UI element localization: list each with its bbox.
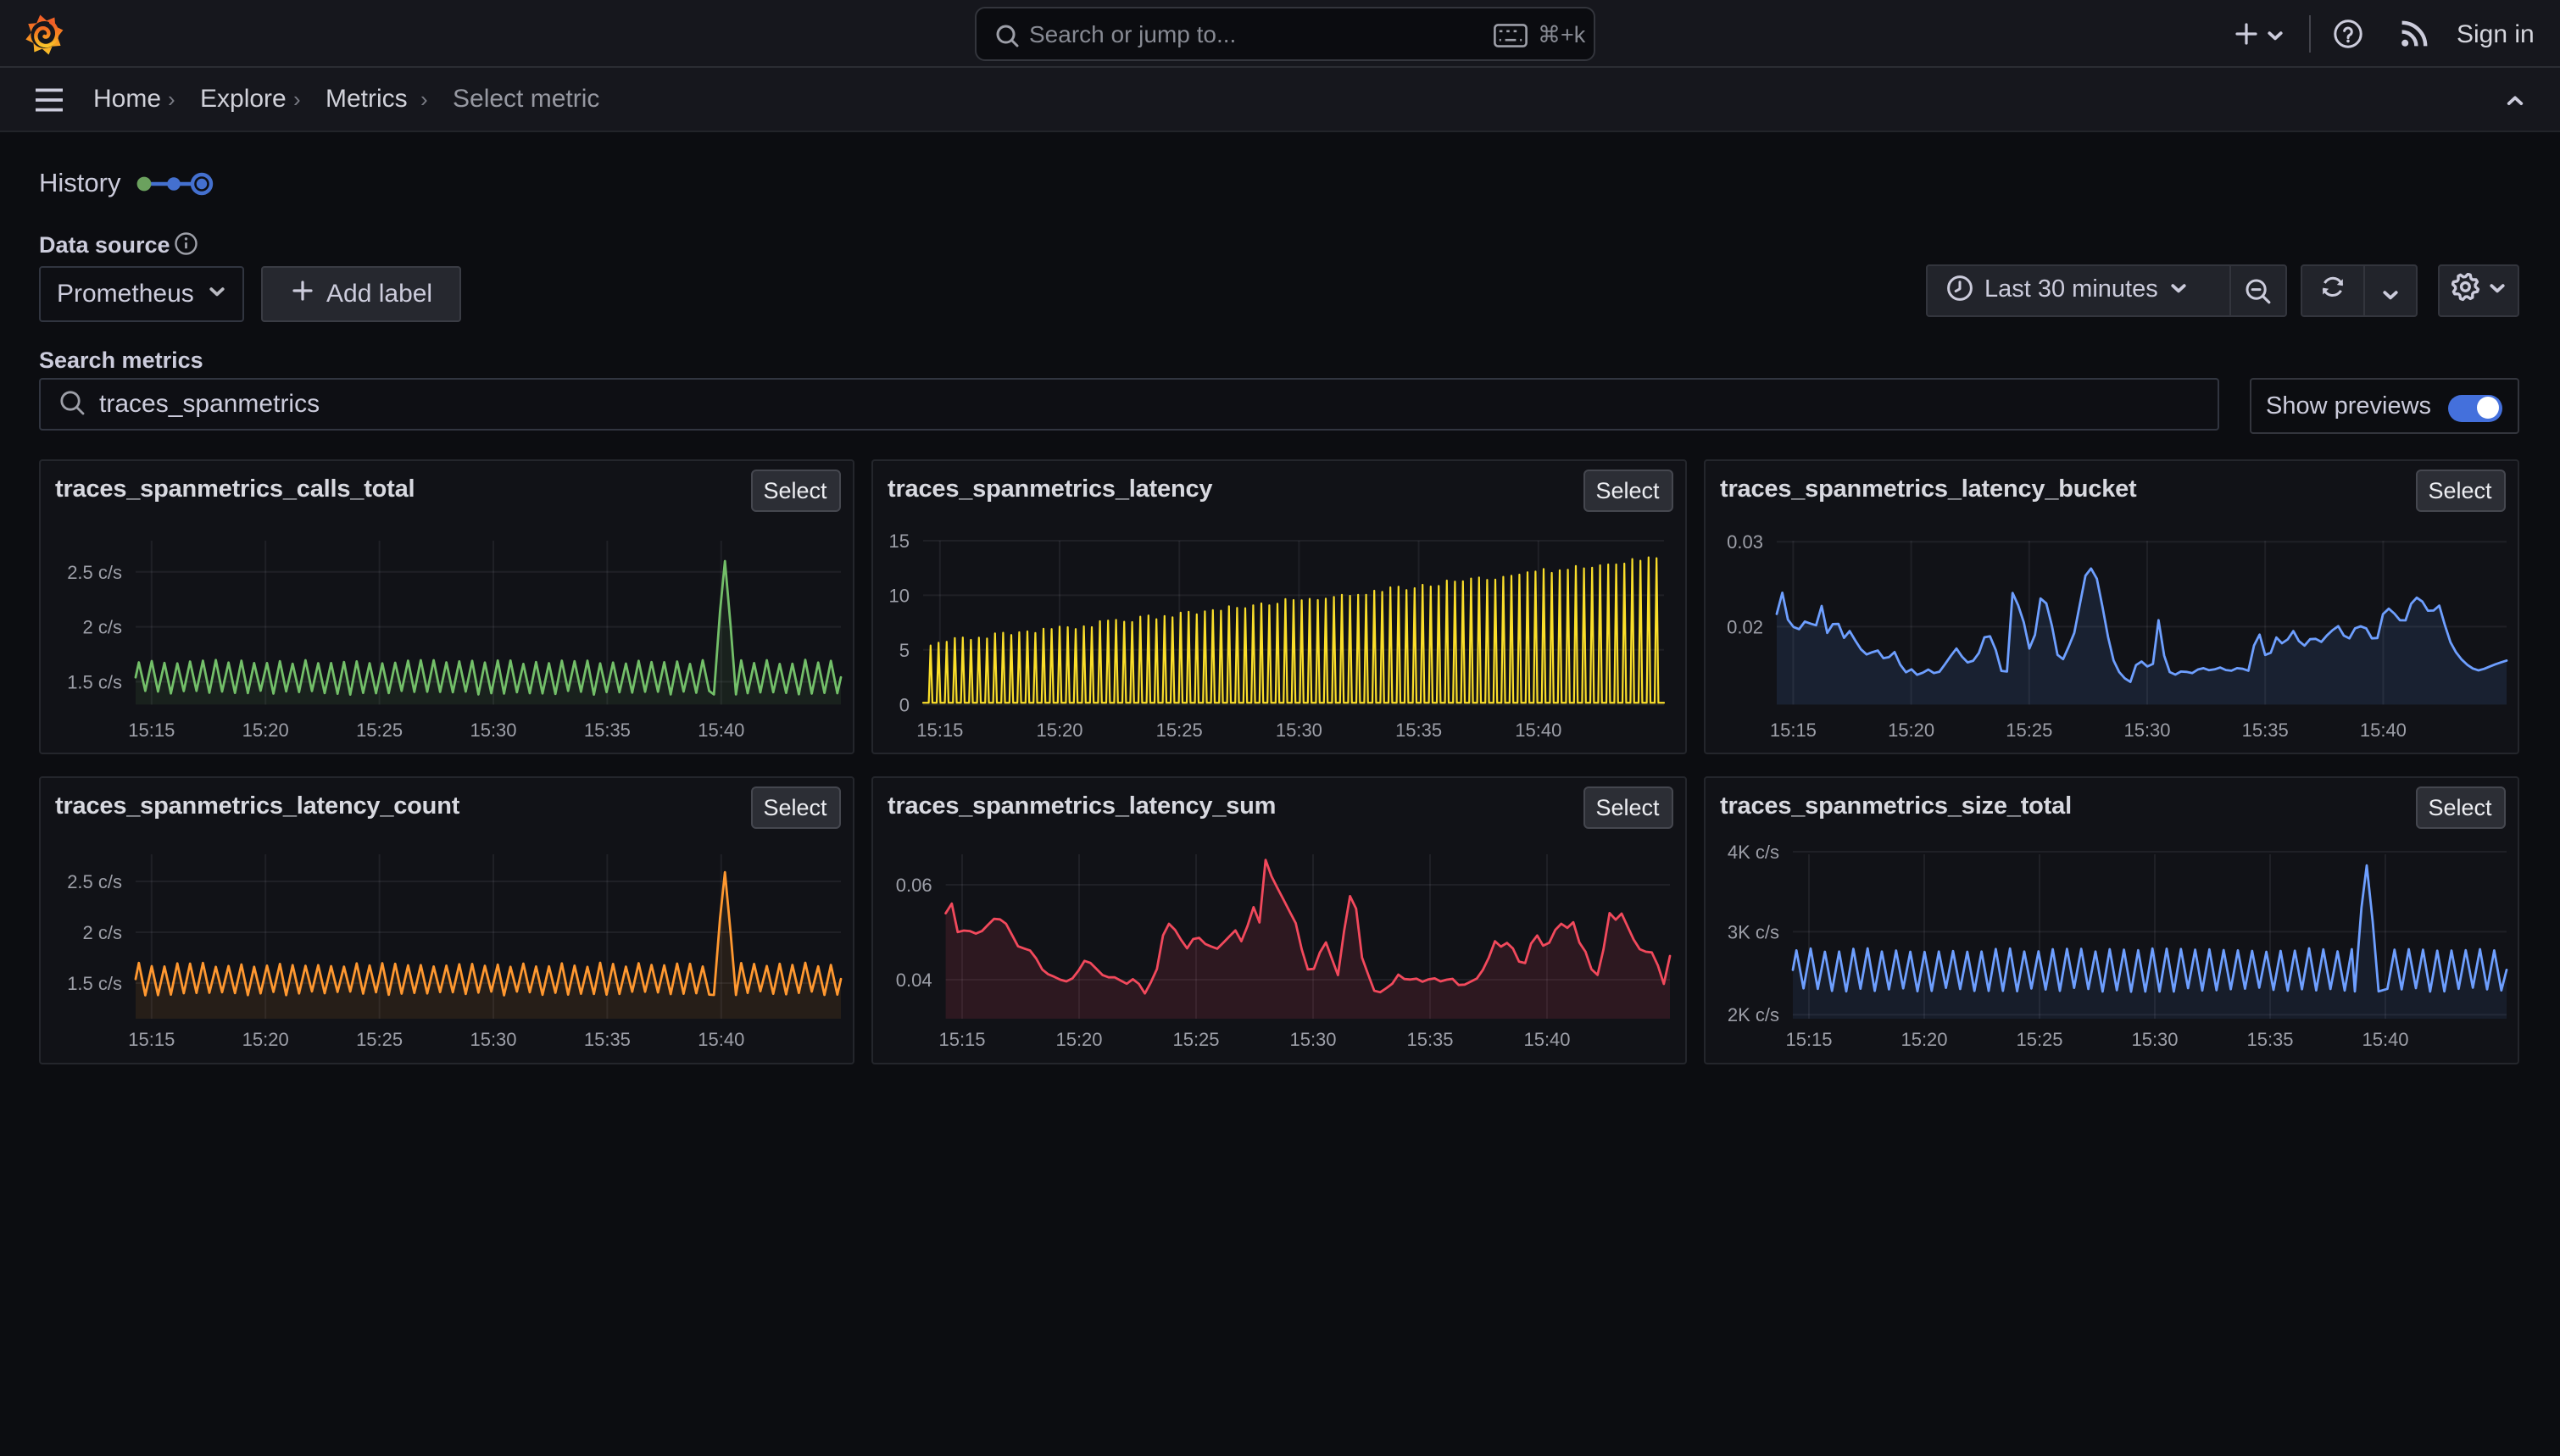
svg-text:15:15: 15:15 xyxy=(915,720,962,741)
svg-text:15:25: 15:25 xyxy=(1155,720,1202,741)
svg-text:2K c/s: 2K c/s xyxy=(1727,1004,1778,1025)
svg-text:15: 15 xyxy=(888,531,909,552)
svg-text:2.5 c/s: 2.5 c/s xyxy=(66,562,121,583)
svg-text:15:35: 15:35 xyxy=(583,1029,630,1050)
svg-text:15:30: 15:30 xyxy=(1275,720,1322,741)
svg-text:15:20: 15:20 xyxy=(242,720,288,741)
svg-text:15:20: 15:20 xyxy=(1887,720,1934,741)
svg-text:4K c/s: 4K c/s xyxy=(1727,842,1778,863)
svg-text:10: 10 xyxy=(888,585,909,606)
svg-text:15:35: 15:35 xyxy=(2241,720,2288,741)
svg-text:15:35: 15:35 xyxy=(2246,1029,2292,1050)
svg-text:15:15: 15:15 xyxy=(1784,1029,1831,1050)
svg-text:2 c/s: 2 c/s xyxy=(82,922,121,943)
svg-text:15:35: 15:35 xyxy=(1394,720,1441,741)
svg-text:15:25: 15:25 xyxy=(355,720,402,741)
svg-text:15:20: 15:20 xyxy=(1035,720,1082,741)
svg-text:15:15: 15:15 xyxy=(127,1029,174,1050)
svg-text:15:20: 15:20 xyxy=(242,1029,288,1050)
svg-text:0.02: 0.02 xyxy=(1726,616,1762,637)
svg-text:15:40: 15:40 xyxy=(2361,1029,2407,1050)
svg-text:15:40: 15:40 xyxy=(697,720,743,741)
svg-text:15:25: 15:25 xyxy=(2015,1029,2062,1050)
svg-text:0.06: 0.06 xyxy=(895,875,932,896)
svg-text:15:30: 15:30 xyxy=(1288,1029,1335,1050)
svg-text:2 c/s: 2 c/s xyxy=(82,617,121,638)
svg-text:15:40: 15:40 xyxy=(697,1029,743,1050)
svg-text:15:30: 15:30 xyxy=(469,720,515,741)
svg-text:1.5 c/s: 1.5 c/s xyxy=(66,671,121,692)
svg-text:15:40: 15:40 xyxy=(1522,1029,1569,1050)
svg-text:15:25: 15:25 xyxy=(2005,720,2051,741)
svg-text:15:20: 15:20 xyxy=(1900,1029,1946,1050)
svg-text:5: 5 xyxy=(899,640,909,661)
svg-text:2.5 c/s: 2.5 c/s xyxy=(66,871,121,892)
svg-text:1.5 c/s: 1.5 c/s xyxy=(66,973,121,994)
svg-text:15:20: 15:20 xyxy=(1055,1029,1101,1050)
svg-text:0.03: 0.03 xyxy=(1726,531,1762,553)
svg-text:15:35: 15:35 xyxy=(1405,1029,1452,1050)
svg-text:15:30: 15:30 xyxy=(2130,1029,2177,1050)
svg-text:0: 0 xyxy=(899,694,909,715)
svg-text:15:15: 15:15 xyxy=(938,1029,984,1050)
svg-text:3K c/s: 3K c/s xyxy=(1727,921,1778,942)
svg-text:15:35: 15:35 xyxy=(583,720,630,741)
svg-text:15:40: 15:40 xyxy=(1514,720,1561,741)
svg-text:15:15: 15:15 xyxy=(1769,720,1816,741)
svg-text:15:25: 15:25 xyxy=(1171,1029,1218,1050)
svg-text:15:40: 15:40 xyxy=(2359,720,2406,741)
svg-text:15:15: 15:15 xyxy=(127,720,174,741)
svg-text:15:25: 15:25 xyxy=(355,1029,402,1050)
svg-text:0.04: 0.04 xyxy=(895,970,932,991)
svg-text:15:30: 15:30 xyxy=(2123,720,2169,741)
svg-text:15:30: 15:30 xyxy=(469,1029,515,1050)
